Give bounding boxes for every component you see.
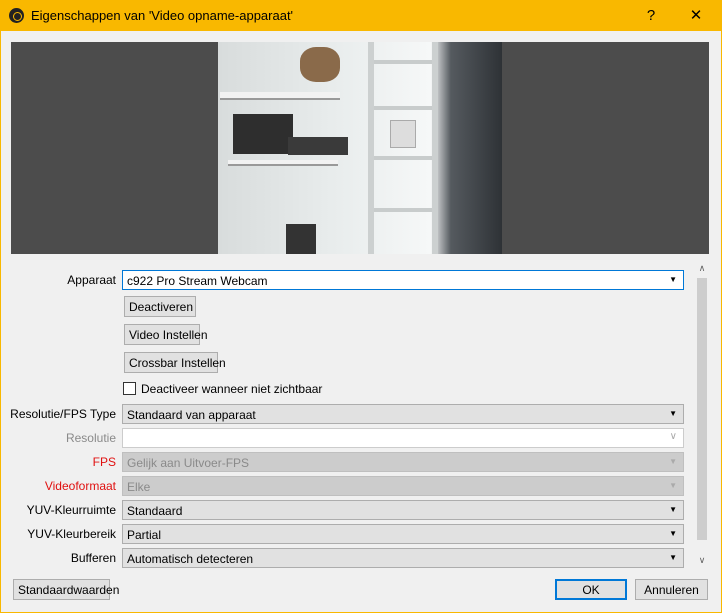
close-button[interactable]: ✕ [681, 3, 711, 29]
video-format-select[interactable]: Elke ▼ [122, 476, 684, 496]
properties-form: Apparaat c922 Pro Stream Webcam ▼ Deactiv… [0, 262, 694, 571]
dropdown-arrow-icon: ▼ [669, 409, 677, 418]
yuv-colorspace-select[interactable]: Standaard ▼ [122, 500, 684, 520]
yuv-range-select[interactable]: Partial ▼ [122, 524, 684, 544]
dropdown-arrow-icon: ▼ [669, 553, 677, 562]
window-title: Eigenschappen van 'Video opname-apparaat… [31, 8, 294, 23]
webcam-image [218, 42, 502, 254]
fps-value: Gelijk aan Uitvoer-FPS [127, 456, 250, 470]
res-fps-type-label: Resolutie/FPS Type [10, 407, 116, 421]
dropdown-arrow-icon: ▼ [669, 481, 677, 490]
scroll-down-icon[interactable]: ∨ [695, 555, 709, 566]
buffering-select[interactable]: Automatisch detecteren ▼ [122, 548, 684, 568]
fps-label: FPS [92, 455, 116, 469]
defaults-button[interactable]: Standaardwaarden [13, 579, 119, 600]
yuv-range-label: YUV-Kleurbereik [27, 527, 116, 541]
dropdown-arrow-icon: ▼ [669, 529, 677, 538]
dropdown-arrow-icon: ▼ [669, 275, 677, 284]
cancel-button[interactable]: Annuleren [635, 579, 708, 600]
video-format-label: Videoformaat [44, 479, 116, 493]
device-label: Apparaat [67, 273, 116, 287]
crossbar-settings-button[interactable]: Crossbar Instellen [124, 352, 226, 373]
dropdown-arrow-icon: ▼ [669, 505, 677, 514]
resolution-combobox[interactable]: ∨ [122, 428, 684, 448]
yuv-colorspace-label: YUV-Kleurruimte [26, 503, 116, 517]
fps-select[interactable]: Gelijk aan Uitvoer-FPS ▼ [122, 452, 684, 472]
obs-logo-icon [9, 8, 24, 23]
buffering-value: Automatisch detecteren [127, 552, 254, 566]
yuv-range-value: Partial [127, 528, 162, 542]
buffering-label: Bufferen [70, 551, 116, 565]
deactivate-button[interactable]: Deactiveren [124, 296, 196, 317]
device-value: c922 Pro Stream Webcam [127, 274, 268, 288]
chevron-down-icon: ∨ [669, 431, 677, 442]
deactivate-invisible-checkbox[interactable] [123, 382, 136, 395]
dropdown-arrow-icon: ▼ [669, 457, 677, 466]
yuv-colorspace-value: Standaard [127, 504, 183, 518]
video-format-value: Elke [127, 480, 151, 494]
res-fps-type-select[interactable]: Standaard van apparaat ▼ [122, 404, 684, 424]
ok-button[interactable]: OK [555, 579, 627, 600]
scrollbar-thumb[interactable] [697, 278, 707, 540]
video-preview [11, 42, 709, 254]
res-fps-type-value: Standaard van apparaat [127, 408, 256, 422]
scroll-up-icon[interactable]: ∧ [695, 263, 709, 274]
title-bar: Eigenschappen van 'Video opname-apparaat… [0, 0, 720, 31]
deactivate-invisible-label: Deactiveer wanneer niet zichtbaar [141, 382, 323, 396]
form-scrollbar[interactable]: ∧ ∨ [695, 262, 709, 571]
video-settings-button[interactable]: Video Instellen [124, 324, 208, 345]
resolution-label: Resolutie [65, 431, 116, 445]
device-select[interactable]: c922 Pro Stream Webcam ▼ [122, 270, 684, 290]
help-button[interactable]: ? [636, 3, 666, 29]
